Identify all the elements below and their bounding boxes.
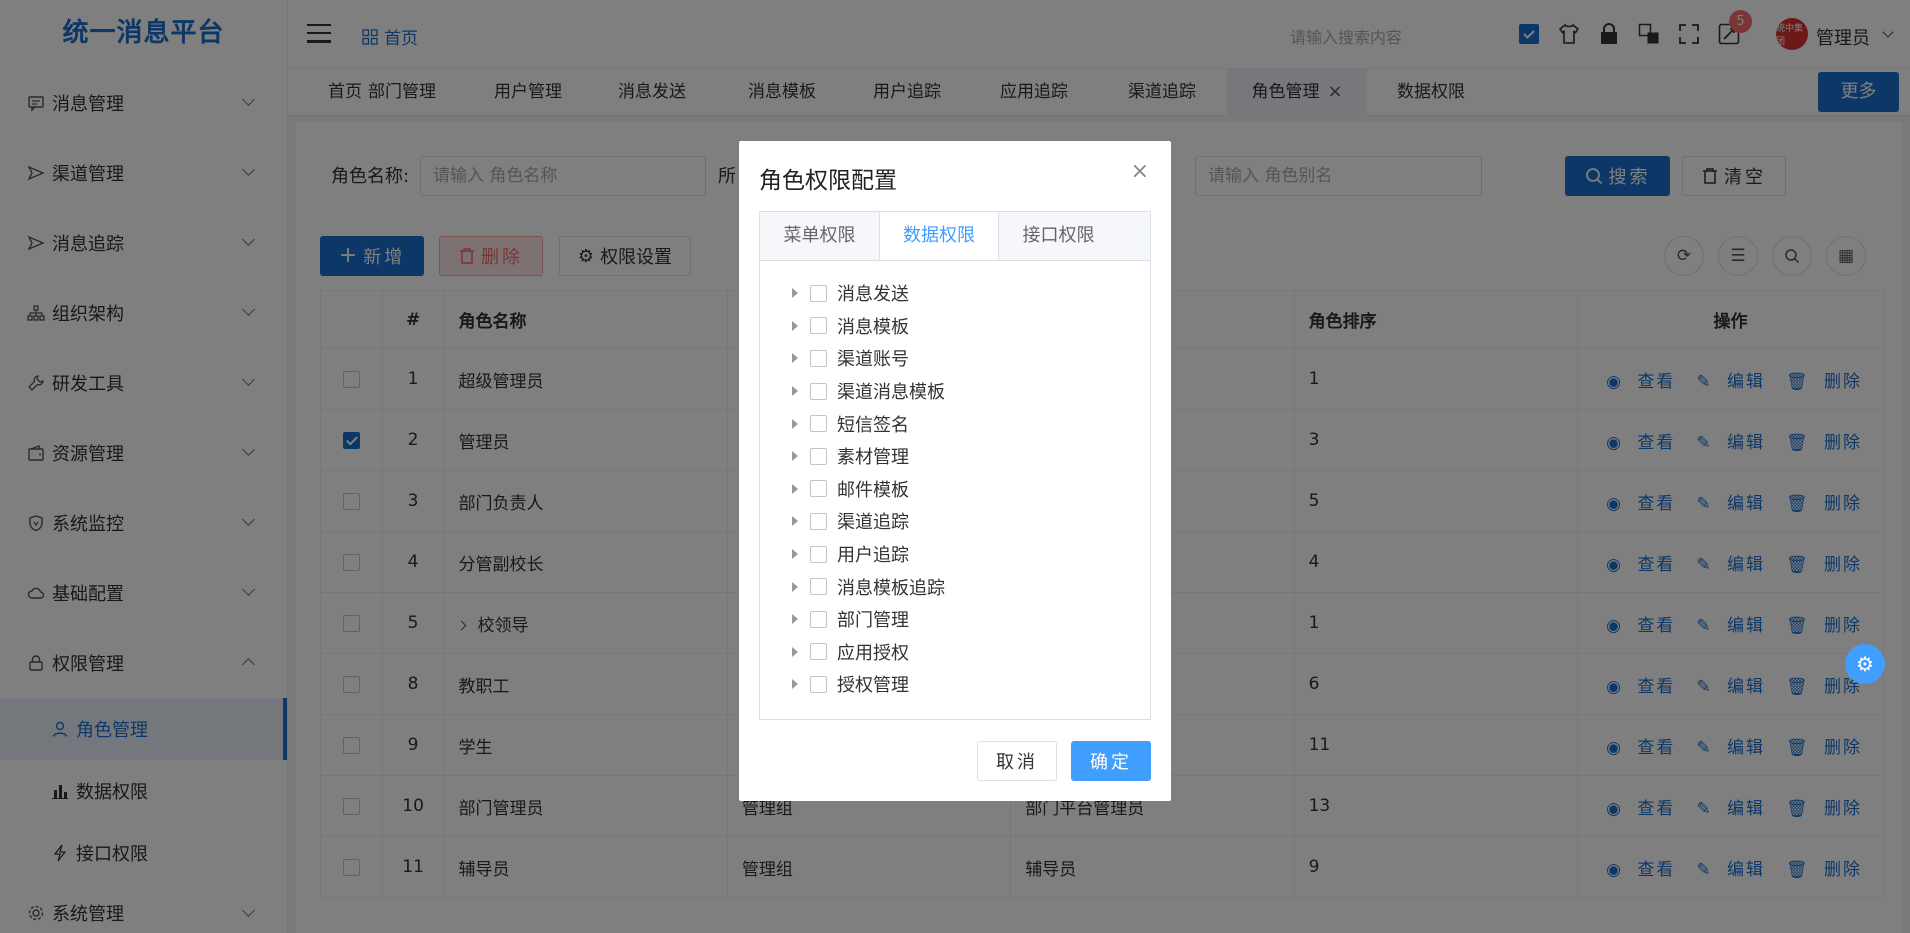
tree-node[interactable]: 消息模板追踪 <box>760 570 1150 603</box>
tree-node-label: 消息模板 <box>837 316 909 338</box>
tree-node-label: 消息模板追踪 <box>837 577 945 599</box>
caret-right-icon[interactable] <box>792 679 798 690</box>
tree-node[interactable]: 渠道账号 <box>760 342 1150 375</box>
tree-node-checkbox[interactable] <box>810 415 827 433</box>
caret-right-icon[interactable] <box>792 614 798 625</box>
tree-node-checkbox[interactable] <box>810 675 827 693</box>
tree-node-checkbox[interactable] <box>810 643 827 661</box>
tree-node-label: 邮件模板 <box>837 479 909 501</box>
tree-node-checkbox[interactable] <box>810 578 827 596</box>
caret-right-icon[interactable] <box>792 516 798 527</box>
dialog-tab-3[interactable]: 接口权限 <box>999 212 1119 261</box>
tree-node[interactable]: 邮件模板 <box>760 473 1150 506</box>
tree-node-label: 应用授权 <box>837 642 909 664</box>
floating-settings-gear-icon[interactable]: ⚙ <box>1845 644 1885 684</box>
tree-node[interactable]: 素材管理 <box>760 440 1150 473</box>
tree-node-label: 用户追踪 <box>837 545 909 567</box>
confirm-button[interactable]: 确定 <box>1071 741 1151 781</box>
caret-right-icon[interactable] <box>792 288 798 299</box>
caret-right-icon[interactable] <box>792 451 798 462</box>
caret-right-icon[interactable] <box>792 646 798 657</box>
caret-right-icon[interactable] <box>792 386 798 397</box>
tree-node-checkbox[interactable] <box>810 284 827 302</box>
role-permission-dialog: 角色权限配置 × 菜单权限 数据权限 接口权限 消息发送消息模板渠道账号渠道消息模板… <box>739 141 1171 801</box>
tree-node-label: 渠道追踪 <box>837 512 909 534</box>
tree-node[interactable]: 消息模板 <box>760 310 1150 343</box>
close-icon[interactable]: × <box>1131 159 1149 184</box>
tree-node[interactable]: 应用授权 <box>760 636 1150 669</box>
tree-node-checkbox[interactable] <box>810 512 827 530</box>
dialog-title: 角色权限配置 <box>759 168 897 194</box>
dialog-tab-1[interactable]: 菜单权限 <box>760 212 880 261</box>
tree-node-checkbox[interactable] <box>810 480 827 498</box>
tree-node-checkbox[interactable] <box>810 317 827 335</box>
tree-node[interactable]: 用户追踪 <box>760 538 1150 571</box>
tree-node-label: 部门管理 <box>837 610 909 632</box>
tree-node-checkbox[interactable] <box>810 545 827 563</box>
tree-node[interactable]: 短信签名 <box>760 407 1150 440</box>
tree-node[interactable]: 消息发送 <box>760 277 1150 310</box>
permission-tree: 消息发送消息模板渠道账号渠道消息模板 短信签名素材管理邮件模板渠道追踪用户追踪消息… <box>759 260 1151 720</box>
caret-right-icon[interactable] <box>792 483 798 494</box>
tree-node-label: 素材管理 <box>837 447 909 469</box>
tree-node-label: 短信签名 <box>837 414 909 436</box>
caret-right-icon[interactable] <box>792 581 798 592</box>
tree-node[interactable]: 渠道追踪 <box>760 505 1150 538</box>
tree-node-checkbox[interactable] <box>810 382 827 400</box>
tree-node-checkbox[interactable] <box>810 610 827 628</box>
caret-right-icon[interactable] <box>792 320 798 331</box>
tree-node[interactable]: 渠道消息模板 <box>760 375 1150 408</box>
caret-right-icon[interactable] <box>792 353 798 364</box>
caret-right-icon[interactable] <box>792 418 798 429</box>
dialog-tabs: 菜单权限 数据权限 接口权限 <box>759 211 1151 261</box>
tree-node-label: 渠道消息模板 <box>837 382 945 404</box>
tree-node-checkbox[interactable] <box>810 349 827 367</box>
tree-node-label: 渠道账号 <box>837 349 909 371</box>
tree-node[interactable]: 授权管理 <box>760 668 1150 701</box>
tree-node-label: 授权管理 <box>837 675 909 697</box>
tree-node-label: 消息发送 <box>837 284 909 306</box>
tree-node-checkbox[interactable] <box>810 447 827 465</box>
dialog-tab-2[interactable]: 数据权限 <box>879 212 999 261</box>
cancel-button[interactable]: 取消 <box>977 741 1057 781</box>
caret-right-icon[interactable] <box>792 549 798 560</box>
tree-node[interactable]: 部门管理 <box>760 603 1150 636</box>
